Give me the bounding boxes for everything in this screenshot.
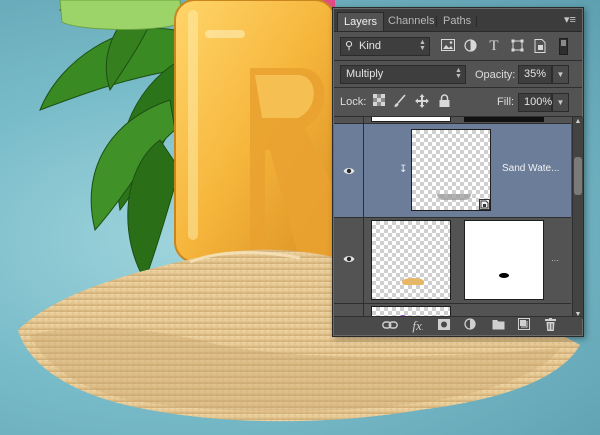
- layers-scrollbar[interactable]: ▲ ▼: [572, 117, 583, 319]
- lock-transparent-pixels-icon[interactable]: [371, 94, 387, 110]
- new-layer-icon[interactable]: [516, 318, 532, 334]
- fill-input[interactable]: 100%: [518, 93, 552, 112]
- filter-row: ⚲ Kind ▲ ▼ T: [334, 32, 582, 60]
- mask-link-indicator-icon: ···: [551, 256, 559, 265]
- opacity-value: 35%: [524, 68, 547, 80]
- new-group-icon[interactable]: [490, 318, 506, 334]
- clipping-mask-arrow-icon: ↧: [399, 164, 408, 175]
- layers-list: ↧ Sand Wate... ···: [334, 117, 571, 319]
- trash-icon[interactable]: [542, 318, 558, 334]
- blend-mode-label: Multiply: [346, 68, 384, 80]
- layer-thumbnail: [371, 220, 451, 300]
- layers-bottom-toolbar: fx.: [334, 316, 582, 335]
- eye-icon[interactable]: [343, 253, 355, 265]
- panel-tab-bar: Layers Channels Paths ▾≡: [334, 9, 582, 32]
- add-mask-icon[interactable]: [436, 318, 452, 334]
- opacity-label: Opacity:: [475, 69, 516, 81]
- layer-thumbnail: [411, 129, 491, 211]
- adjustment-filter-icon[interactable]: [462, 39, 478, 55]
- layer-name[interactable]: Sand Wate...: [502, 163, 559, 174]
- layer-thumbnail: [371, 117, 451, 122]
- type-filter-icon[interactable]: T: [486, 38, 502, 54]
- lock-all-icon[interactable]: [436, 94, 452, 110]
- palm-leaves: [39, 0, 191, 282]
- spinner-arrows-icon: ▲ ▼: [455, 67, 462, 80]
- sand-thumb-shape: [402, 278, 424, 285]
- layer-mask-thumbnail[interactable]: [464, 220, 544, 300]
- chevron-down-icon: ▼: [556, 98, 565, 107]
- filter-kind-label: Kind: [359, 40, 382, 52]
- lock-label: Lock:: [340, 96, 367, 108]
- panel-menu-icon[interactable]: ▾≡: [562, 12, 578, 28]
- spinner-arrows-icon: ▲ ▼: [419, 39, 426, 52]
- layer-row-sand-water[interactable]: ↧ Sand Wate...: [334, 124, 571, 218]
- tab-channels[interactable]: Channels: [382, 12, 440, 31]
- fx-icon[interactable]: fx.: [410, 318, 426, 334]
- filter-kind-select[interactable]: ⚲ Kind ▲ ▼: [340, 37, 430, 56]
- lock-position-icon[interactable]: [414, 94, 430, 110]
- visibility-cell[interactable]: [334, 124, 364, 217]
- lock-image-pixels-icon[interactable]: [392, 94, 408, 110]
- blend-opacity-row: Multiply ▲ ▼ Opacity: 35% ▼: [334, 61, 582, 87]
- smart-object-badge-icon: [479, 199, 490, 210]
- filter-toggle-switch[interactable]: [559, 38, 568, 55]
- eye-icon[interactable]: [343, 165, 355, 177]
- tab-layers[interactable]: Layers: [337, 12, 385, 31]
- tab-paths[interactable]: Paths: [437, 12, 477, 31]
- layer-row-sand-shadow[interactable]: ···: [334, 218, 571, 304]
- layer-row-partial[interactable]: [334, 117, 571, 124]
- letter-r-block: [174, 0, 336, 263]
- opacity-dropdown-button[interactable]: ▼: [552, 65, 569, 84]
- fill-label: Fill:: [497, 96, 515, 108]
- smart-object-filter-icon[interactable]: [532, 39, 548, 55]
- tab-separator: [476, 16, 477, 27]
- filter-toggle-knob: [561, 40, 566, 46]
- scrollbar-thumb[interactable]: [574, 157, 582, 195]
- fill-dropdown-button[interactable]: ▼: [552, 93, 569, 112]
- layers-panel: Layers Channels Paths ▾≡ ⚲ Kind ▲ ▼ T Mu…: [332, 7, 584, 337]
- visibility-cell[interactable]: [334, 218, 364, 303]
- shape-filter-icon[interactable]: [509, 39, 525, 55]
- pixel-filter-icon[interactable]: [440, 39, 456, 55]
- blend-mode-select[interactable]: Multiply ▲ ▼: [340, 65, 466, 84]
- scroll-up-icon[interactable]: ▲: [573, 117, 583, 126]
- link-layers-icon[interactable]: [382, 318, 398, 334]
- search-icon: ⚲: [345, 40, 354, 52]
- fx-label: fx: [412, 318, 422, 333]
- adjustment-layer-icon[interactable]: [462, 318, 478, 334]
- layer-mask-thumbnail: [464, 117, 544, 122]
- chevron-down-icon: ▼: [556, 70, 565, 79]
- mask-shape: [499, 273, 509, 278]
- fill-value: 100%: [524, 96, 553, 108]
- opacity-input[interactable]: 35%: [518, 65, 552, 84]
- lock-fill-row: Lock: Fill: 100% ▼: [334, 88, 582, 116]
- visibility-cell[interactable]: [334, 117, 364, 123]
- sand-water-thumb-shape: [437, 194, 471, 200]
